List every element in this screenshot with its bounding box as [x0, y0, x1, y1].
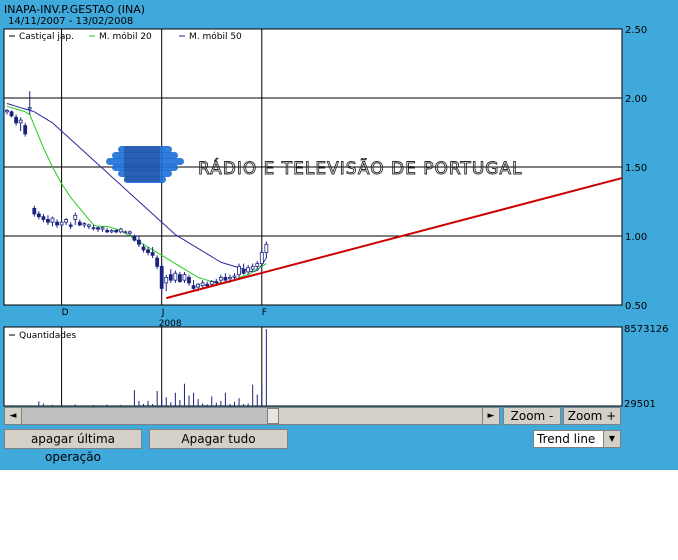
y-tick-label: 2.00	[625, 94, 647, 105]
candle-body	[196, 283, 201, 288]
volume-tick-label: 8573126	[624, 324, 669, 335]
candle-body	[246, 267, 251, 273]
candle-body	[55, 221, 59, 226]
candle-body	[191, 285, 196, 289]
candle-body	[114, 230, 119, 233]
app-window: INAPA-INV.P.GESTAO (INA) 14/11/2007 - 13…	[0, 0, 678, 470]
candle-body	[41, 216, 46, 220]
candle-body	[59, 221, 64, 226]
chevron-down-icon[interactable]: ▼	[603, 431, 620, 447]
candle-body	[46, 219, 50, 223]
legend-volume: Quantidades	[19, 331, 77, 341]
drawing-tool-select[interactable]: Trend line ▼	[533, 430, 621, 448]
candle-body	[9, 111, 14, 117]
legend-candles: Castiçal jap.	[19, 32, 74, 42]
candle-body	[228, 276, 232, 280]
y-tick-label: 0.50	[625, 301, 647, 312]
y-tick-label: 1.50	[625, 163, 647, 174]
candle-body	[82, 223, 87, 226]
candle-body	[5, 110, 9, 113]
candle-body	[150, 252, 155, 256]
x-tick-label: J	[161, 308, 165, 318]
drawing-tool-value: Trend line	[537, 432, 596, 446]
candle-body	[141, 246, 146, 251]
candle-body	[123, 231, 128, 234]
candle-body	[218, 276, 223, 281]
candle-body	[100, 227, 105, 230]
candle-body	[164, 276, 169, 284]
candle-body	[232, 275, 237, 278]
legend-ma50: M. móbil 50	[189, 31, 242, 42]
candle-body	[132, 235, 137, 241]
candle-body	[250, 265, 255, 270]
candle-body	[264, 243, 269, 253]
scroll-left-button[interactable]: ◄	[5, 408, 22, 424]
candle-body	[73, 214, 78, 220]
candle-body	[255, 263, 260, 267]
candle-body	[96, 227, 100, 230]
candle-body	[223, 276, 228, 281]
candle-body	[159, 265, 164, 289]
candle-body	[77, 221, 82, 226]
x-tick-label: F	[262, 308, 267, 318]
x-tick-label: D	[62, 308, 69, 318]
candle-body	[168, 274, 173, 281]
candle-body	[214, 281, 219, 284]
candle-body	[205, 283, 210, 287]
scrollbar-track[interactable]	[22, 408, 267, 424]
candle-body	[27, 107, 32, 110]
candle-body	[155, 257, 160, 267]
y-tick-label: 1.00	[625, 232, 647, 243]
candle-body	[105, 230, 109, 233]
volume-tick-label: 29501	[624, 399, 656, 410]
candle-body	[173, 272, 178, 281]
y-tick-label: 2.50	[625, 25, 647, 36]
candle-body	[18, 119, 23, 124]
candle-body	[14, 116, 19, 124]
logo-core	[124, 146, 160, 182]
candle-body	[200, 282, 205, 287]
x-year-label: 2008	[159, 319, 182, 329]
candle-body	[118, 228, 123, 233]
candle-body	[127, 231, 132, 234]
candle-body	[182, 274, 187, 281]
candle-body	[146, 249, 150, 253]
candle-body	[50, 217, 55, 223]
candle-body	[209, 281, 214, 285]
chart-area[interactable]: RÁDIO E TELEVISÃO DE PORTUGAL 2.50 2.00 1.…	[0, 0, 678, 410]
candle-body	[259, 252, 264, 264]
candle-body	[177, 274, 182, 282]
undo-last-button[interactable]: apagar última operação	[4, 429, 142, 464]
scrollbar-thumb[interactable]	[267, 408, 279, 424]
candle-body	[23, 125, 28, 135]
watermark-text: RÁDIO E TELEVISÃO DE PORTUGAL	[198, 157, 523, 179]
candle-body	[187, 276, 191, 284]
candle-body	[68, 224, 73, 227]
candle-body	[87, 224, 91, 227]
clear-all-button[interactable]: Apagar tudo	[149, 429, 288, 449]
candle-body	[237, 265, 241, 276]
candle-body	[32, 207, 37, 215]
scroll-right-button[interactable]: ►	[482, 408, 499, 424]
candle-body	[137, 239, 141, 245]
zoom-in-button[interactable]: Zoom +	[563, 407, 621, 425]
zoom-out-button[interactable]: Zoom -	[503, 407, 561, 425]
candle-body	[109, 230, 114, 233]
candle-body	[241, 268, 246, 274]
volume-panel[interactable]	[3, 326, 623, 407]
legend-ma20: M. móbil 20	[99, 31, 152, 42]
candle-body	[91, 227, 96, 230]
horizontal-scrollbar[interactable]: ◄ ►	[4, 407, 500, 425]
candle-body	[64, 219, 69, 223]
candle-body	[36, 213, 41, 218]
